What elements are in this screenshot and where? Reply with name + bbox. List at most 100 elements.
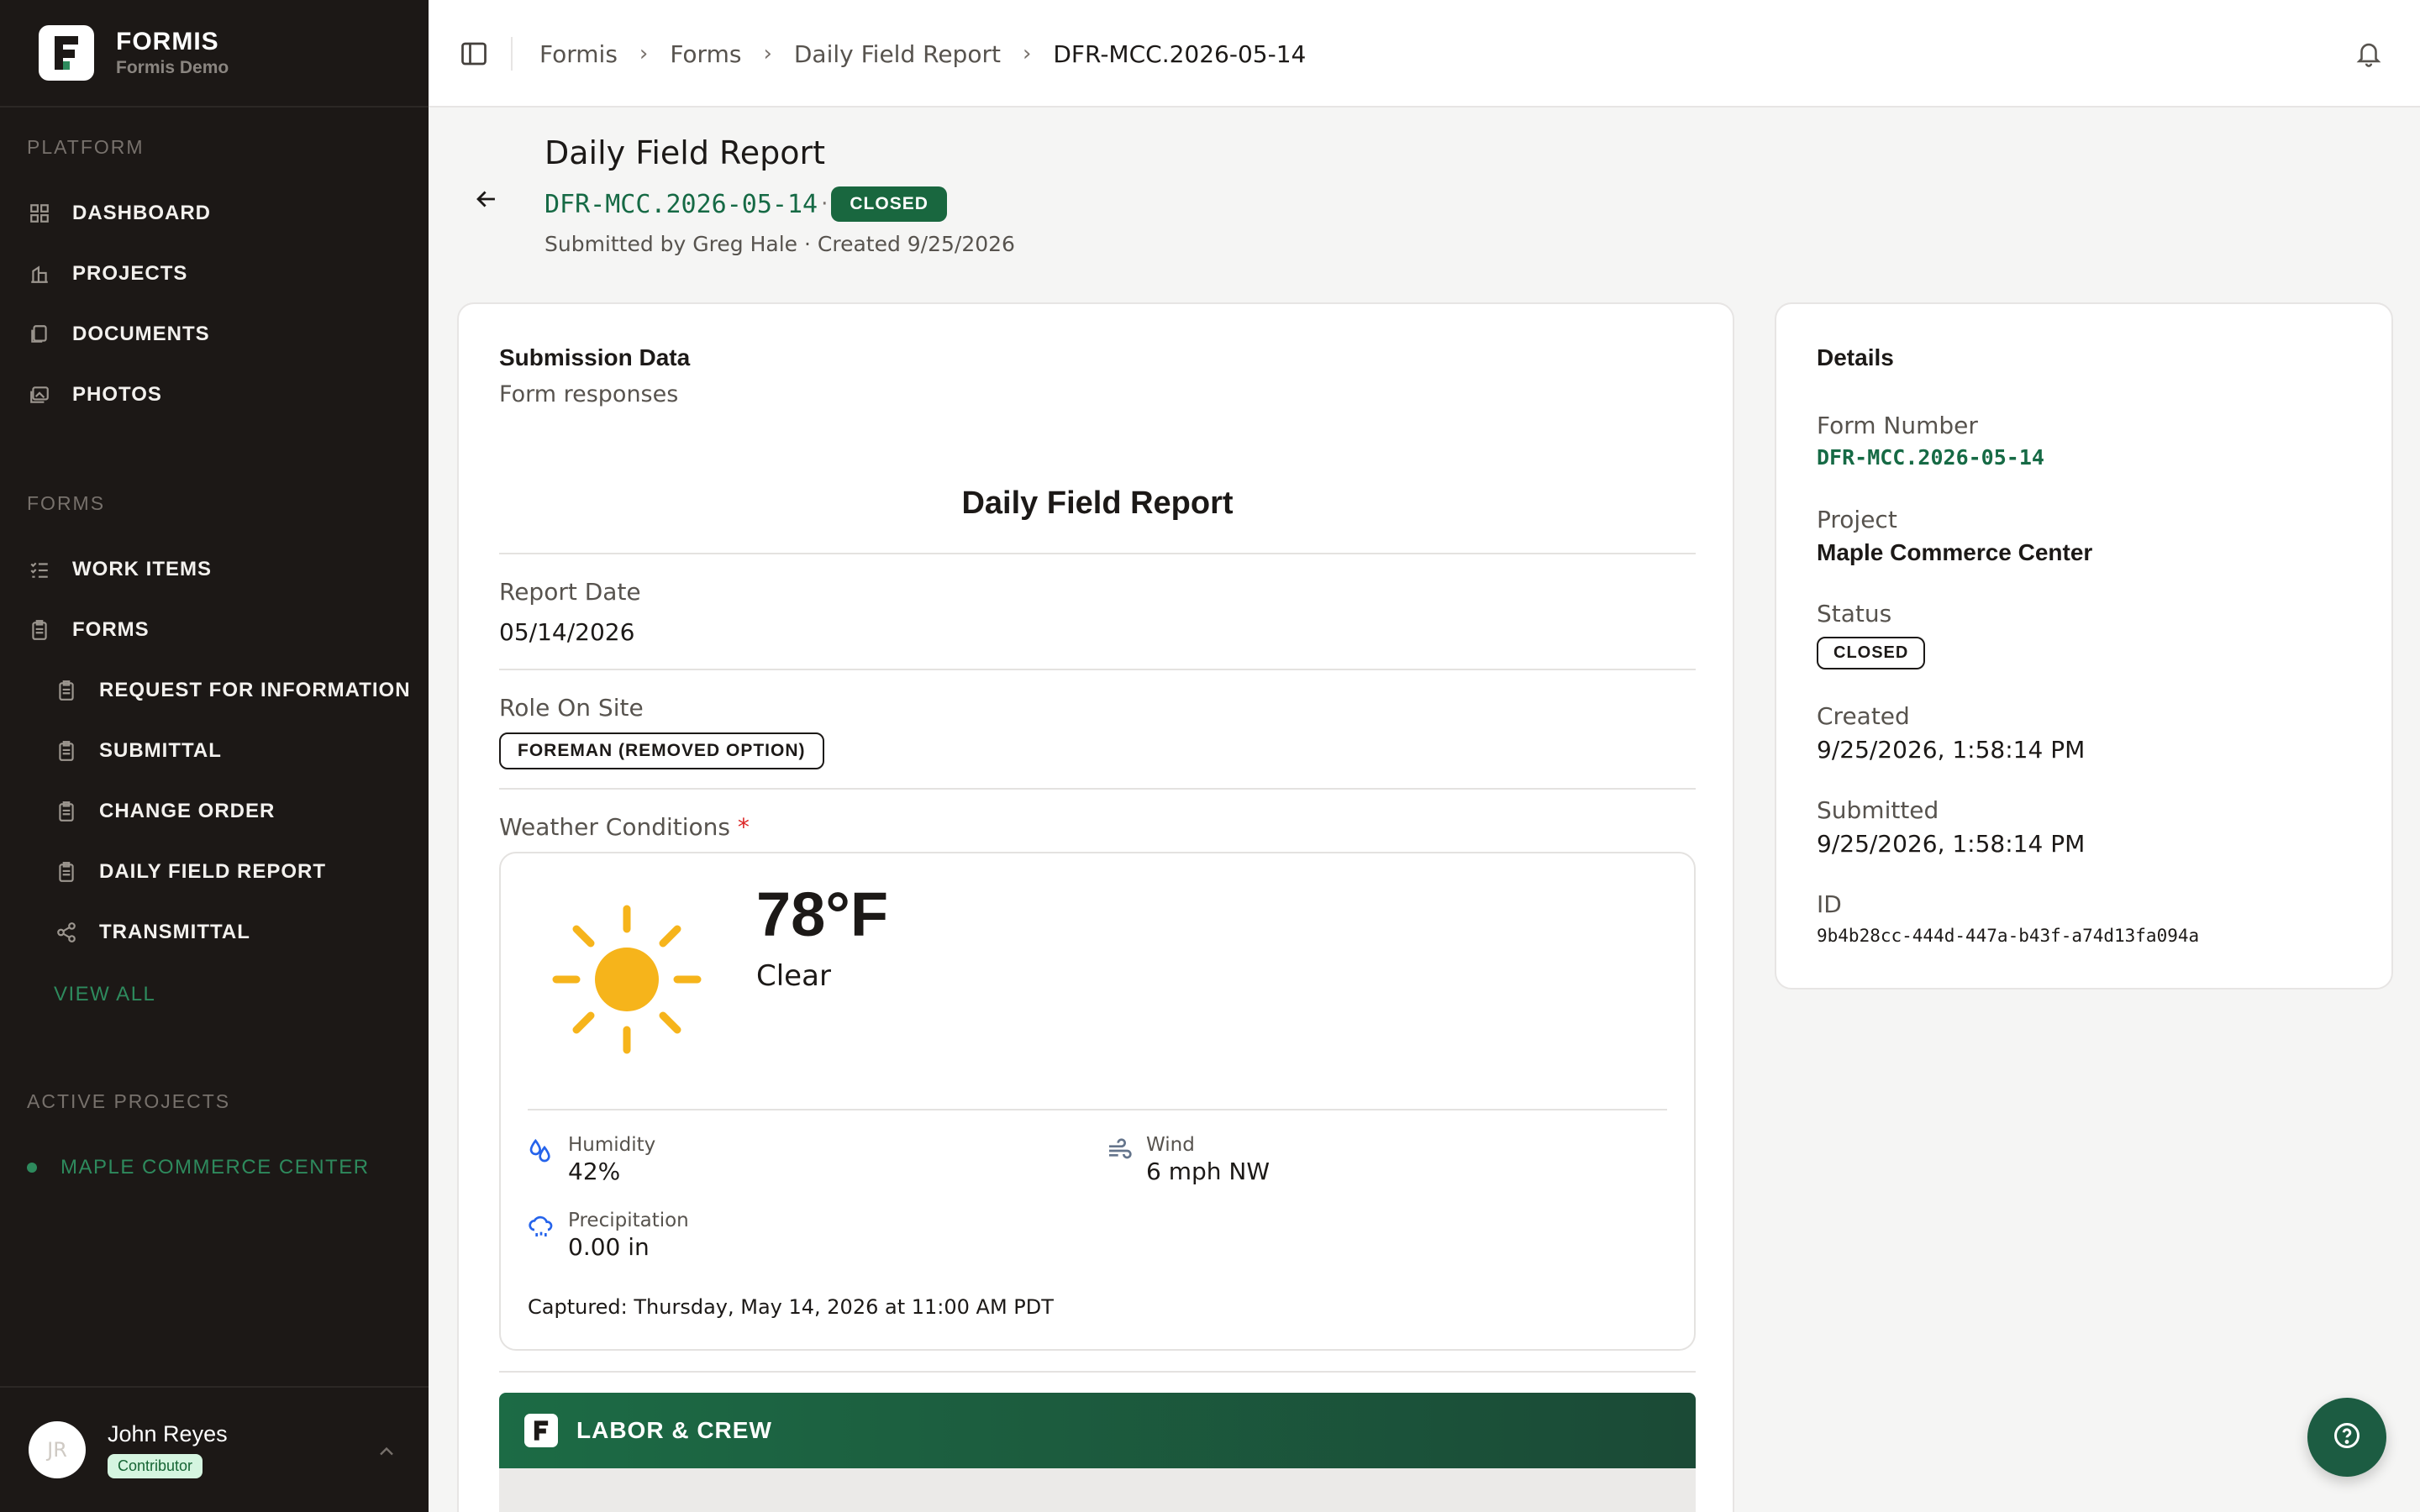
back-arrow-icon[interactable] xyxy=(472,185,501,213)
brand-name: FORMIS xyxy=(116,28,219,55)
humidity-stat: Humidity 42% xyxy=(528,1134,655,1185)
brand-subtitle: Formis Demo xyxy=(116,58,229,77)
photos-icon xyxy=(27,382,52,407)
divider xyxy=(499,788,1696,790)
wind-label: Wind xyxy=(1146,1134,1195,1156)
section-body xyxy=(499,1468,1696,1512)
sidebar-item-label: WORK ITEMS xyxy=(72,558,212,580)
section-header-labor-crew: LABOR & CREW xyxy=(499,1393,1696,1468)
divider xyxy=(511,37,513,71)
report-heading: Daily Field Report xyxy=(961,486,1234,521)
sidebar-item-change-order[interactable]: CHANGE ORDER xyxy=(54,793,275,830)
list-check-icon xyxy=(27,557,52,582)
project-status-dot xyxy=(27,1163,37,1173)
sidebar-item-documents[interactable]: DOCUMENTS xyxy=(27,316,210,353)
breadcrumb-item-current: DFR-MCC.2026-05-14 xyxy=(1053,39,1307,68)
report-date-value: 05/14/2026 xyxy=(499,618,635,646)
weather-conditions-label: Weather Conditions * xyxy=(499,813,750,841)
active-project-label: MAPLE COMMERCE CENTER xyxy=(60,1156,370,1179)
weather-label-text: Weather Conditions xyxy=(499,813,730,841)
project-value[interactable]: Maple Commerce Center xyxy=(1817,539,2092,566)
sidebar-item-label: REQUEST FOR INFORMATION xyxy=(99,679,411,701)
submitted-value: 9/25/2026, 1:58:14 PM xyxy=(1817,830,2086,858)
breadcrumb-item-formis[interactable]: Formis xyxy=(539,40,618,68)
brand[interactable]: FORMIS Formis Demo xyxy=(0,0,429,108)
sidebar-item-dashboard[interactable]: DASHBOARD xyxy=(27,195,211,232)
sidebar-item-projects[interactable]: PROJECTS xyxy=(27,255,187,292)
id-label: ID xyxy=(1817,890,1842,918)
clipboard-icon xyxy=(54,799,79,824)
weather-widget: 78°F Clear Humidity 42% Wind 6 mph NW Pr… xyxy=(499,852,1696,1351)
clipboard-icon xyxy=(27,617,52,643)
precipitation-value: 0.00 in xyxy=(568,1233,650,1261)
top-bar: Formis › Forms › Daily Field Report › DF… xyxy=(429,0,2420,108)
status-badge: CLOSED xyxy=(1817,637,1926,669)
breadcrumb-item-forms[interactable]: Forms xyxy=(670,40,741,68)
created-label: Created xyxy=(1817,702,1910,730)
form-number-value: DFR-MCC.2026-05-14 xyxy=(1817,445,2044,470)
clipboard-icon xyxy=(54,859,79,885)
sidebar-item-label: DAILY FIELD REPORT xyxy=(99,860,327,883)
sidebar-item-label: TRANSMITTAL xyxy=(99,921,250,943)
section-title: LABOR & CREW xyxy=(576,1417,772,1443)
temperature: 78°F xyxy=(756,879,889,949)
wind-stat: Wind 6 mph NW xyxy=(1106,1134,1270,1185)
formis-logo-icon xyxy=(39,25,94,81)
section-label-forms: FORMS xyxy=(27,492,106,514)
captured-timestamp: Captured: Thursday, May 14, 2026 at 11:0… xyxy=(528,1295,1054,1319)
card-title: Details xyxy=(1817,344,1894,370)
breadcrumb-item-daily-field-report[interactable]: Daily Field Report xyxy=(794,40,1001,68)
sidebar-item-submittal[interactable]: SUBMITTAL xyxy=(54,732,222,769)
sidebar-item-forms[interactable]: FORMS xyxy=(27,612,150,648)
sidebar-item-label: FORMS xyxy=(72,618,150,641)
help-button[interactable] xyxy=(2307,1398,2386,1477)
sidebar-toggle-icon[interactable] xyxy=(459,39,489,69)
user-menu[interactable]: JR John Reyes Contributor xyxy=(0,1386,429,1512)
formis-logo-icon xyxy=(524,1414,558,1447)
status-badge: CLOSED xyxy=(831,186,947,222)
sidebar-item-request-for-information[interactable]: REQUEST FOR INFORMATION xyxy=(54,672,411,709)
form-number-label: Form Number xyxy=(1817,412,1978,439)
status-label: Status xyxy=(1817,600,1892,627)
form-number: DFR-MCC.2026-05-14 xyxy=(544,189,818,219)
user-name: John Reyes xyxy=(108,1421,228,1446)
submission-data-card: Submission Data Form responses Daily Fie… xyxy=(457,302,1734,1512)
divider xyxy=(499,1371,1696,1373)
sidebar: FORMIS Formis Demo PLATFORM DASHBOARD PR… xyxy=(0,0,429,1512)
building-icon xyxy=(27,261,52,286)
avatar: JR xyxy=(29,1421,86,1478)
sidebar-item-photos[interactable]: PHOTOS xyxy=(27,376,162,413)
precipitation-label: Precipitation xyxy=(568,1210,689,1231)
sidebar-item-daily-field-report[interactable]: DAILY FIELD REPORT xyxy=(54,853,326,890)
role-on-site-label: Role On Site xyxy=(499,694,644,722)
clipboard-icon xyxy=(54,678,79,703)
card-subtitle: Form responses xyxy=(499,381,679,407)
submitted-label: Submitted xyxy=(1817,796,1939,824)
wind-icon xyxy=(1106,1137,1133,1164)
active-project-item[interactable]: MAPLE COMMERCE CENTER xyxy=(27,1149,370,1186)
documents-icon xyxy=(27,322,52,347)
chevron-up-icon[interactable] xyxy=(375,1440,398,1467)
grid-icon xyxy=(27,201,52,226)
sidebar-item-label: CHANGE ORDER xyxy=(99,800,276,822)
bell-icon[interactable] xyxy=(2354,39,2383,67)
clipboard-icon xyxy=(54,738,79,764)
weather-condition: Clear xyxy=(756,959,831,993)
page-title: Daily Field Report xyxy=(544,134,825,171)
sidebar-item-transmittal[interactable]: TRANSMITTAL xyxy=(54,914,250,951)
view-all-link[interactable]: VIEW ALL xyxy=(54,976,155,1013)
chevron-right-icon: › xyxy=(639,41,649,66)
sidebar-item-label: PHOTOS xyxy=(72,383,162,406)
sidebar-item-work-items[interactable]: WORK ITEMS xyxy=(27,551,212,588)
card-title: Submission Data xyxy=(499,344,691,370)
submission-meta: Submitted by Greg Hale · Created 9/25/20… xyxy=(544,232,1015,256)
section-label-platform: PLATFORM xyxy=(27,136,145,158)
required-marker: * xyxy=(737,813,750,841)
share-icon xyxy=(54,920,79,945)
chevron-right-icon: › xyxy=(1022,41,1032,66)
sidebar-item-label: DOCUMENTS xyxy=(72,323,210,345)
divider xyxy=(499,669,1696,670)
breadcrumb: Formis › Forms › Daily Field Report › DF… xyxy=(539,0,1306,108)
id-value: 9b4b28cc-444d-447a-b43f-a74d13fa094a xyxy=(1817,926,2200,946)
sidebar-item-label: PROJECTS xyxy=(72,262,188,285)
